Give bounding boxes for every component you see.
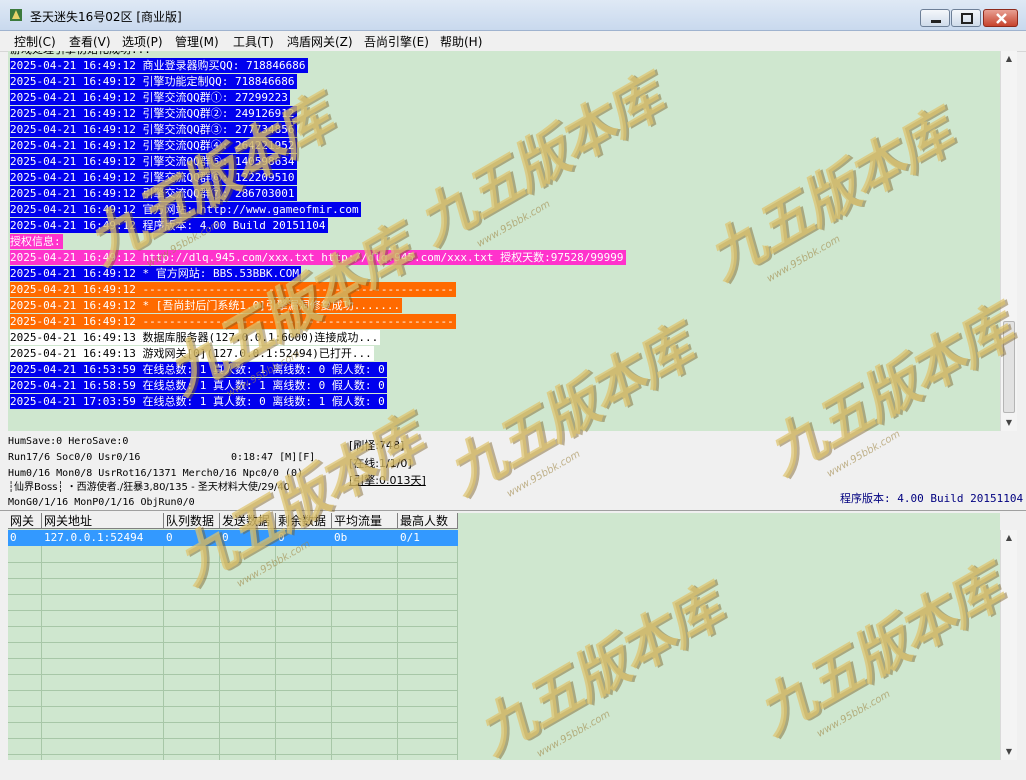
col-max-users[interactable]: 最高人数 [398, 513, 458, 529]
menu-options[interactable]: 选项(P) [122, 33, 163, 50]
window-footer [0, 760, 1026, 770]
grid-hline [8, 578, 458, 579]
minimize-icon [931, 20, 941, 23]
grid-hline [8, 562, 458, 563]
menu-view[interactable]: 查看(V) [69, 33, 111, 50]
status-refresh-monster: [刷怪:748] [349, 439, 405, 452]
window-title: 圣天迷失16号02区 [商业版] [30, 10, 182, 24]
grid-scroll-track[interactable] [1003, 546, 1015, 744]
log-panel[interactable]: 游戏处理引擎初始化成功...2025-04-21 16:49:12 商业登录器购… [8, 51, 1000, 431]
scroll-thumb[interactable] [1003, 321, 1015, 413]
cell-gateway-address: 127.0.0.1:52494 [44, 531, 144, 544]
status-line-mon: MonG0/1/16 MonP0/1/16 ObjRun0/0 [8, 497, 195, 508]
log-line: 2025-04-21 16:49:13 数据库服务器(127.0.0.1:600… [10, 330, 381, 345]
cell-queue-data: 0 [166, 531, 173, 544]
grid-scroll-down-icon[interactable]: ▼ [1001, 744, 1017, 760]
log-line: 2025-04-21 16:49:13 游戏网关[0](127.0.0.1:52… [10, 346, 374, 361]
grid-hline [8, 754, 458, 755]
log-line: 2025-04-21 16:49:12 引擎交流QQ群⑤: 140598634 [10, 154, 297, 169]
log-line: 2025-04-21 16:49:12 --------------------… [10, 314, 456, 329]
status-line-save: HumSave:0 HeroSave:0 [8, 436, 129, 447]
grid-hline [8, 738, 458, 739]
grid-scroll-up-icon[interactable]: ▲ [1001, 530, 1017, 546]
log-line: 2025-04-21 16:58:59 在线总数: 1 真人数: 1 离线数: … [10, 378, 387, 393]
log-line: 2025-04-21 16:49:12 引擎交流QQ群①: 27299223 [10, 90, 290, 105]
grid-hline [8, 594, 458, 595]
status-panel: HumSave:0 HeroSave:0 Run17/6 Soc0/0 Usr0… [0, 432, 1026, 512]
status-line-hum: Hum0/16 Mon0/8 UsrRot16/1371 Merch0/16 N… [8, 468, 304, 479]
log-line: 2025-04-21 16:49:12 引擎功能定制QQ: 718846686 [10, 74, 297, 89]
log-line: 2025-04-21 16:53:59 在线总数: 1 真人数: 1 离线数: … [10, 362, 387, 377]
log-line: 2025-04-21 16:49:12 * [吾尚封后门系统1.0]引擎漏洞修复… [10, 298, 403, 313]
maximize-button[interactable] [951, 9, 981, 27]
grid-hline [8, 626, 458, 627]
log-line: 2025-04-21 16:49:12 * 官方网站: BBS.53BBK.CO… [10, 266, 302, 281]
log-line: 授权信息: [10, 234, 63, 249]
log-line: 游戏处理引擎初始化成功... [10, 51, 153, 57]
log-line: 2025-04-21 17:03:59 在线总数: 1 真人数: 0 离线数: … [10, 394, 387, 409]
status-version: 程序版本: 4.00 Build 20151104 [840, 492, 1024, 505]
app-icon [10, 9, 22, 21]
menu-help[interactable]: 帮助(H) [440, 33, 482, 50]
menu-manage[interactable]: 管理(M) [175, 33, 219, 50]
col-send-data[interactable]: 发送数据 [220, 513, 276, 529]
close-icon [996, 13, 1007, 24]
log-line: 2025-04-21 16:49:12 引擎交流QQ群③: 277734856 [10, 122, 297, 137]
log-line: 2025-04-21 16:49:12 程序版本: 4.00 Build 201… [10, 218, 328, 233]
scroll-down-icon[interactable]: ▼ [1001, 415, 1017, 431]
grid-hline [8, 722, 458, 723]
menu-hongdun-gateway[interactable]: 鸿盾网关(Z) [287, 33, 353, 50]
grid-hline [8, 690, 458, 691]
status-line-boss: ┆仙界Boss┆ ・西游使者./狂暴3,80/135 - 圣天材料大使/29/4… [8, 482, 291, 493]
menu-wushang-engine[interactable]: 吾尚引擎(E) [364, 33, 429, 50]
status-divider [0, 510, 1026, 511]
col-gateway[interactable]: 网关 [8, 513, 42, 529]
col-average-traffic[interactable]: 平均流量 [332, 513, 398, 529]
cell-gateway: 0 [10, 531, 17, 544]
status-runtime: 0:18:47 [M][F] [231, 452, 316, 463]
log-line: 2025-04-21 16:49:12 商业登录器购买QQ: 718846686 [10, 58, 308, 73]
col-gateway-address[interactable]: 网关地址 [42, 513, 164, 529]
menu-bar: 控制(C) 查看(V) 选项(P) 管理(M) 工具(T) 鸿盾网关(Z) 吾尚… [0, 31, 1026, 52]
cell-max-users: 0/1 [400, 531, 420, 544]
minimize-button[interactable] [920, 9, 950, 27]
log-scrollbar[interactable]: ▲ ▼ [1000, 51, 1017, 431]
grid-hline [8, 674, 458, 675]
title-bar[interactable]: 圣天迷失16号02区 [商业版] [0, 0, 1026, 31]
log-line: 2025-04-21 16:49:12 官方网站: http://www.gam… [10, 202, 361, 217]
cell-remaining-data: 0 [278, 531, 285, 544]
scroll-up-icon[interactable]: ▲ [1001, 51, 1017, 67]
log-line: 2025-04-21 16:49:12 http://dlq.945.com/x… [10, 250, 626, 265]
grid-hline [8, 706, 458, 707]
status-engine-days: [引擎:0.013天] [349, 474, 426, 487]
cell-send-data: 0 [222, 531, 229, 544]
log-line: 2025-04-21 16:49:12 引擎交流QQ群④: 264221952 [10, 138, 297, 153]
log-line: 2025-04-21 16:49:12 引擎交流QQ群⑥: 122209510 [10, 170, 297, 185]
col-remaining-data[interactable]: 剩余数据 [276, 513, 332, 529]
menu-tools[interactable]: 工具(T) [233, 33, 274, 50]
close-button[interactable] [983, 9, 1018, 27]
gateway-grid[interactable]: 网关 网关地址 队列数据 发送数据 剩余数据 平均流量 最高人数 0 127.0… [8, 513, 1000, 760]
grid-scrollbar[interactable]: ▲ ▼ [1000, 530, 1017, 760]
log-line: 2025-04-21 16:49:12 引擎交流QQ群⑦: 286703001 [10, 186, 297, 201]
status-online-count: [在线:1/1/0] [349, 457, 412, 470]
log-line: 2025-04-21 16:49:12 引擎交流QQ群②: 249126912 [10, 106, 297, 121]
grid-hline [8, 658, 458, 659]
status-line-run: Run17/6 Soc0/0 Usr0/16 [8, 452, 141, 463]
maximize-icon [961, 13, 973, 24]
col-queue-data[interactable]: 队列数据 [164, 513, 220, 529]
grid-hline [8, 642, 458, 643]
cell-average-traffic: 0b [334, 531, 348, 544]
grid-hline [8, 610, 458, 611]
log-line: 2025-04-21 16:49:12 --------------------… [10, 282, 456, 297]
menu-control[interactable]: 控制(C) [14, 33, 56, 50]
table-row[interactable]: 0 127.0.0.1:52494 0 0 0 0b 0/1 [8, 530, 458, 546]
